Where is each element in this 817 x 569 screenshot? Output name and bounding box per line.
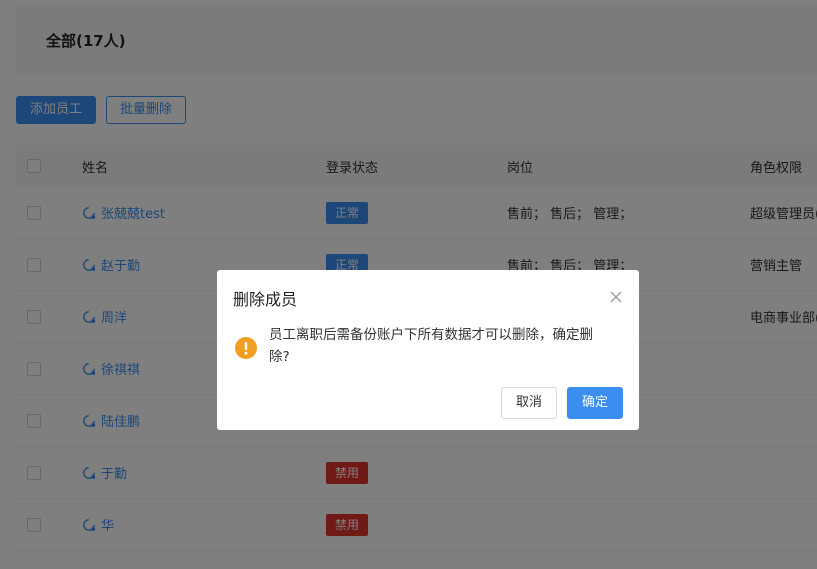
dialog-title: 删除成员 <box>233 290 298 309</box>
dialog-message: 员工离职后需备份账户下所有数据才可以删除，确定删 除? <box>269 324 614 368</box>
close-icon[interactable] <box>609 290 623 304</box>
delete-member-dialog: 删除成员 员工离职后需备份账户下所有数据才可以删除，确定删 除? 取消 确定 <box>217 270 639 430</box>
warning-icon <box>235 337 257 359</box>
confirm-button[interactable]: 确定 <box>567 387 623 419</box>
cancel-button[interactable]: 取消 <box>501 387 557 419</box>
dialog-message-line-2: 除? <box>269 349 290 365</box>
dialog-message-line-1: 员工离职后需备份账户下所有数据才可以删除，确定删 <box>269 327 593 343</box>
